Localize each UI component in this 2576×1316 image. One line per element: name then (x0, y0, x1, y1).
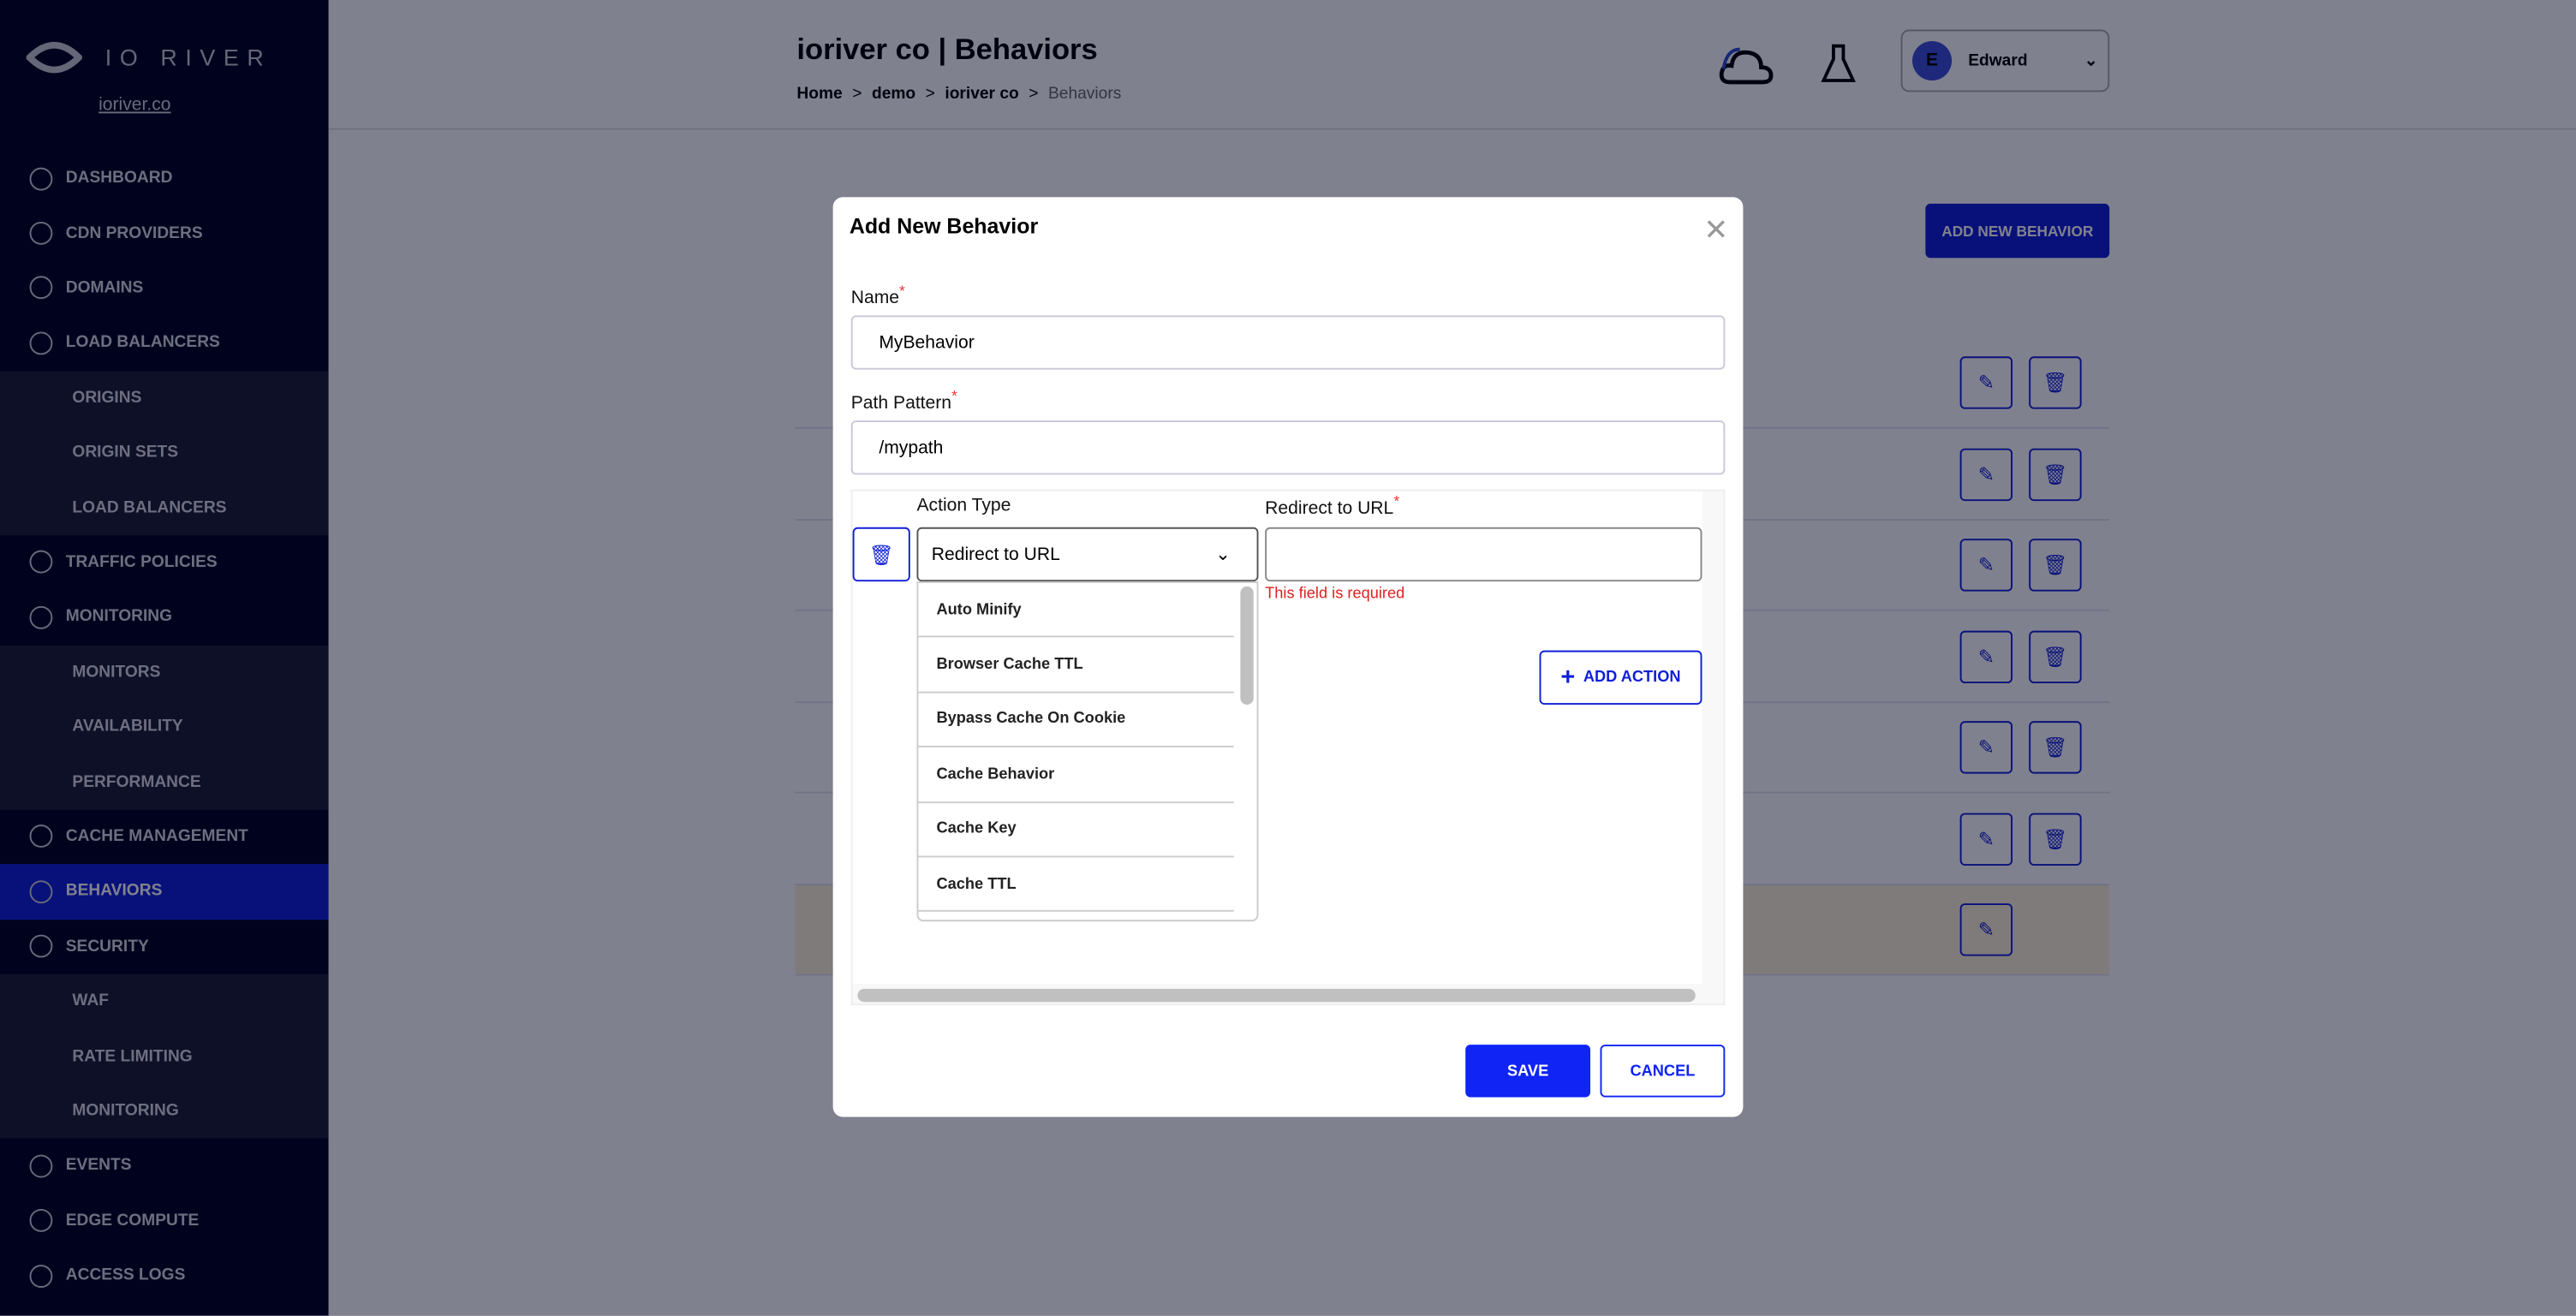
add-behavior-dialog: Add New Behavior ✕ Name* MyBehavior Path… (832, 197, 1744, 1117)
dropdown-option[interactable]: Browser Cache TTL (918, 638, 1234, 694)
actions-panel: Action Type Redirect to URL* 🗑 Redirect … (850, 489, 1726, 1006)
dropdown-option[interactable]: Cache Behavior (918, 747, 1234, 803)
horizontal-scrollbar[interactable] (857, 988, 1696, 1003)
trash-icon: 🗑 (868, 543, 894, 566)
redirect-url-input[interactable] (1265, 527, 1702, 582)
error-message: This field is required (1265, 584, 1405, 604)
cancel-button[interactable]: CANCEL (1600, 1045, 1726, 1098)
action-type-select[interactable]: Redirect to URL ⌄ (916, 527, 1259, 582)
action-type-label: Action Type (916, 496, 1011, 516)
selected-action-type: Redirect to URL (931, 544, 1060, 564)
path-pattern-input[interactable]: /mypath (850, 420, 1726, 475)
app: IO RIVER ioriver.co DASHBOARDCDN PROVIDE… (0, 0, 2576, 1316)
plus-icon: + (1560, 664, 1576, 692)
add-action-button[interactable]: + ADD ACTION (1539, 650, 1702, 705)
dropdown-option[interactable]: Cache Key (918, 802, 1234, 858)
action-type-dropdown: Auto Minify Browser Cache TTL Bypass Cache… (916, 581, 1259, 922)
name-label: Name* (850, 282, 905, 308)
chevron-down-icon: ⌄ (1215, 545, 1231, 565)
dialog-title: Add New Behavior (849, 213, 1039, 239)
redirect-url-label: Redirect to URL* (1265, 492, 1400, 519)
save-button[interactable]: SAVE (1465, 1045, 1591, 1098)
delete-action-button[interactable]: 🗑 (852, 527, 910, 582)
dropdown-option[interactable]: Cache TTL (918, 857, 1234, 913)
dropdown-option[interactable]: Bypass Cache On Cookie (918, 693, 1234, 748)
path-pattern-label: Path Pattern* (850, 387, 957, 414)
dropdown-scrollbar[interactable] (1240, 586, 1254, 705)
close-icon[interactable]: ✕ (1703, 213, 1728, 247)
dropdown-option[interactable]: Auto Minify (918, 583, 1234, 639)
name-input[interactable]: MyBehavior (850, 315, 1726, 370)
actions-scroll-area: Action Type Redirect to URL* 🗑 Redirect … (852, 491, 1702, 985)
